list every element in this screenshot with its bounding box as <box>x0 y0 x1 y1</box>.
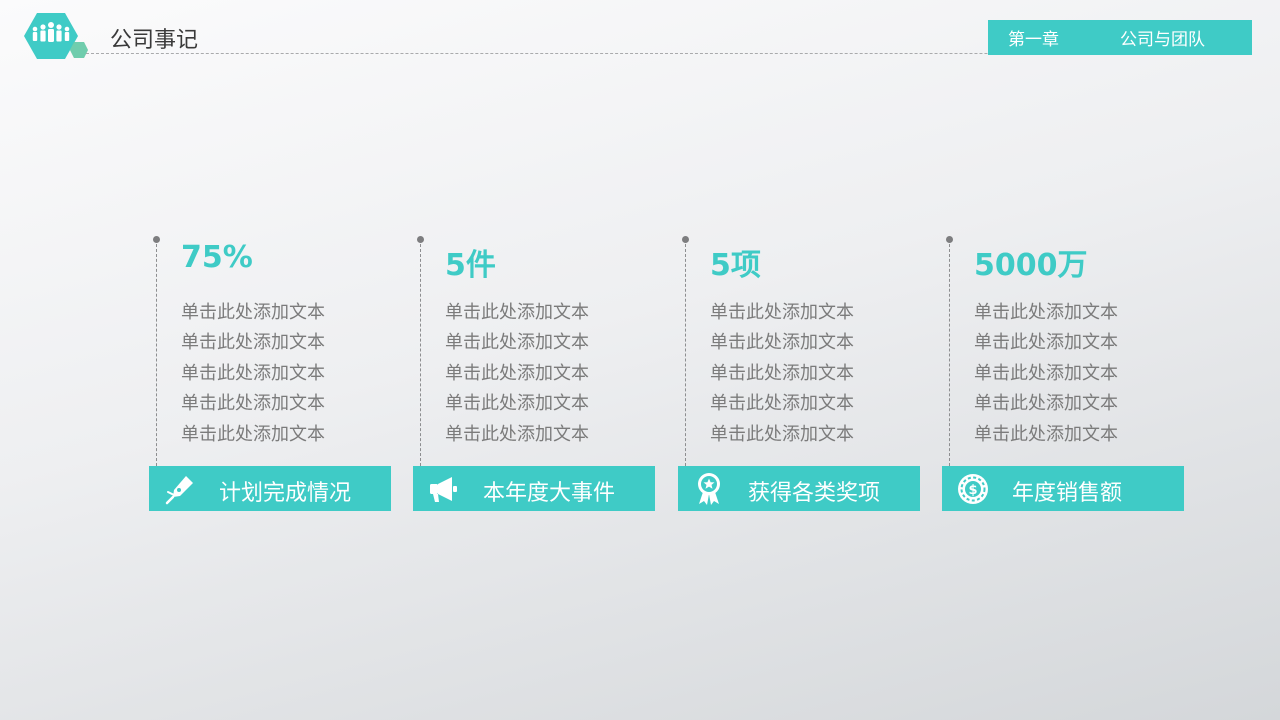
text-line[interactable]: 单击此处添加文本 <box>181 298 325 328</box>
stat-column-plan: 75% 单击此处添加文本 单击此处添加文本 单击此处添加文本 单击此处添加文本 … <box>149 236 391 512</box>
stat-value: 5件 <box>445 248 496 283</box>
text-block: 单击此处添加文本 单击此处添加文本 单击此处添加文本 单击此处添加文本 单击此处… <box>710 298 854 450</box>
button-label: 年度销售额 <box>1012 481 1123 506</box>
text-line[interactable]: 单击此处添加文本 <box>710 359 854 389</box>
text-line[interactable]: 单击此处添加文本 <box>181 420 325 450</box>
text-line[interactable]: 单击此处添加文本 <box>710 389 854 419</box>
text-block: 单击此处添加文本 单击此处添加文本 单击此处添加文本 单击此处添加文本 单击此处… <box>974 298 1118 450</box>
megaphone-icon <box>427 472 461 506</box>
chapter-number: 第一章 <box>1008 30 1059 50</box>
text-line[interactable]: 单击此处添加文本 <box>974 298 1118 328</box>
text-line[interactable]: 单击此处添加文本 <box>974 389 1118 419</box>
svg-text:$: $ <box>968 483 977 498</box>
text-block: 单击此处添加文本 单击此处添加文本 单击此处添加文本 单击此处添加文本 单击此处… <box>445 298 589 450</box>
stat-column-awards: 5项 单击此处添加文本 单击此处添加文本 单击此处添加文本 单击此处添加文本 单… <box>678 236 920 512</box>
text-line[interactable]: 单击此处添加文本 <box>445 359 589 389</box>
awards-button[interactable]: 获得各类奖项 <box>678 466 920 511</box>
text-line[interactable]: 单击此处添加文本 <box>974 420 1118 450</box>
text-line[interactable]: 单击此处添加文本 <box>974 359 1118 389</box>
stat-value: 5项 <box>710 248 761 283</box>
text-line[interactable]: 单击此处添加文本 <box>445 420 589 450</box>
stat-column-sales: 5000万 单击此处添加文本 单击此处添加文本 单击此处添加文本 单击此处添加文… <box>942 236 1184 512</box>
stat-value: 75% <box>181 240 253 275</box>
annual-sales-button[interactable]: $ 年度销售额 <box>942 466 1184 511</box>
text-line[interactable]: 单击此处添加文本 <box>181 389 325 419</box>
team-logo-icon <box>24 12 88 60</box>
timeline-line <box>420 244 421 466</box>
text-line[interactable]: 单击此处添加文本 <box>710 420 854 450</box>
timeline-dot <box>682 236 689 243</box>
chapter-badge: 第一章 公司与团队 <box>988 20 1252 55</box>
text-line[interactable]: 单击此处添加文本 <box>445 328 589 358</box>
timeline-dot <box>153 236 160 243</box>
text-line[interactable]: 单击此处添加文本 <box>710 298 854 328</box>
pen-nib-icon <box>163 472 197 506</box>
timeline-dot <box>417 236 424 243</box>
text-line[interactable]: 单击此处添加文本 <box>974 328 1118 358</box>
text-line[interactable]: 单击此处添加文本 <box>181 328 325 358</box>
text-line[interactable]: 单击此处添加文本 <box>710 328 854 358</box>
timeline-dot <box>946 236 953 243</box>
plan-completion-button[interactable]: 计划完成情况 <box>149 466 391 511</box>
award-medal-icon <box>692 472 726 506</box>
button-label: 本年度大事件 <box>483 481 616 506</box>
annual-events-button[interactable]: 本年度大事件 <box>413 466 655 511</box>
timeline-line <box>685 244 686 466</box>
button-label: 获得各类奖项 <box>748 481 881 506</box>
timeline-line <box>156 244 157 466</box>
stat-column-events: 5件 单击此处添加文本 单击此处添加文本 单击此处添加文本 单击此处添加文本 单… <box>413 236 655 512</box>
stat-value: 5000万 <box>974 248 1088 283</box>
chapter-name: 公司与团队 <box>1120 30 1205 50</box>
timeline-line <box>949 244 950 466</box>
button-label: 计划完成情况 <box>219 481 352 506</box>
page-title: 公司事记 <box>110 28 199 53</box>
text-line[interactable]: 单击此处添加文本 <box>181 359 325 389</box>
text-block: 单击此处添加文本 单击此处添加文本 单击此处添加文本 单击此处添加文本 单击此处… <box>181 298 325 450</box>
dollar-coin-icon: $ <box>956 472 990 506</box>
text-line[interactable]: 单击此处添加文本 <box>445 298 589 328</box>
text-line[interactable]: 单击此处添加文本 <box>445 389 589 419</box>
